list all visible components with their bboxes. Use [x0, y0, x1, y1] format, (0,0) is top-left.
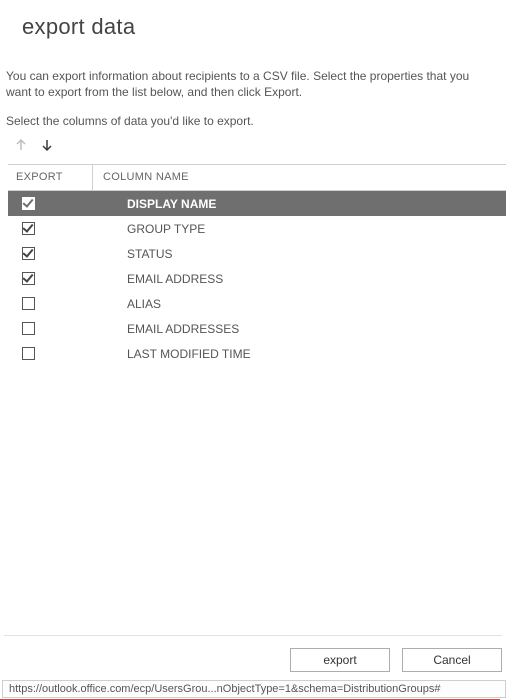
- row-checkbox-cell: [8, 197, 93, 210]
- row-label: DISPLAY NAME: [93, 197, 506, 211]
- row-checkbox[interactable]: [22, 272, 35, 285]
- table-row[interactable]: GROUP TYPE: [8, 216, 506, 241]
- move-down-icon[interactable]: [38, 136, 56, 154]
- status-bar-url: https://outlook.office.com/ecp/UsersGrou…: [2, 680, 506, 698]
- table-row[interactable]: EMAIL ADDRESS: [8, 266, 506, 291]
- row-checkbox-cell: [8, 347, 93, 360]
- row-checkbox-cell: [8, 247, 93, 260]
- table-row[interactable]: ALIAS: [8, 291, 506, 316]
- button-bar: export Cancel: [4, 635, 502, 672]
- row-label: EMAIL ADDRESSES: [93, 322, 506, 336]
- table-header: EXPORT COLUMN NAME: [8, 165, 506, 191]
- table-row[interactable]: EMAIL ADDRESSES: [8, 316, 506, 341]
- row-checkbox[interactable]: [22, 297, 35, 310]
- row-label: STATUS: [93, 247, 506, 261]
- reorder-controls: [12, 136, 504, 154]
- row-checkbox-cell: [8, 297, 93, 310]
- table-row[interactable]: LAST MODIFIED TIME: [8, 341, 506, 366]
- export-button[interactable]: export: [290, 648, 390, 672]
- row-checkbox[interactable]: [22, 247, 35, 260]
- row-checkbox-cell: [8, 222, 93, 235]
- table-row[interactable]: DISPLAY NAME: [8, 191, 506, 216]
- row-label: EMAIL ADDRESS: [93, 272, 506, 286]
- header-export[interactable]: EXPORT: [8, 165, 93, 190]
- row-checkbox[interactable]: [22, 322, 35, 335]
- row-label: ALIAS: [93, 297, 506, 311]
- row-checkbox[interactable]: [22, 197, 35, 210]
- row-checkbox-cell: [8, 322, 93, 335]
- row-checkbox-cell: [8, 272, 93, 285]
- cancel-button[interactable]: Cancel: [402, 648, 502, 672]
- header-column-name[interactable]: COLUMN NAME: [93, 165, 506, 190]
- table-row[interactable]: STATUS: [8, 241, 506, 266]
- columns-table: EXPORT COLUMN NAME DISPLAY NAME GROUP TYP…: [8, 164, 506, 366]
- move-up-icon[interactable]: [12, 136, 30, 154]
- row-label: GROUP TYPE: [93, 222, 506, 236]
- instructions-text: You can export information about recipie…: [6, 68, 496, 100]
- row-checkbox[interactable]: [22, 222, 35, 235]
- subhead-text: Select the columns of data you'd like to…: [6, 114, 504, 128]
- row-checkbox[interactable]: [22, 347, 35, 360]
- page-title: export data: [22, 14, 504, 40]
- row-label: LAST MODIFIED TIME: [93, 347, 506, 361]
